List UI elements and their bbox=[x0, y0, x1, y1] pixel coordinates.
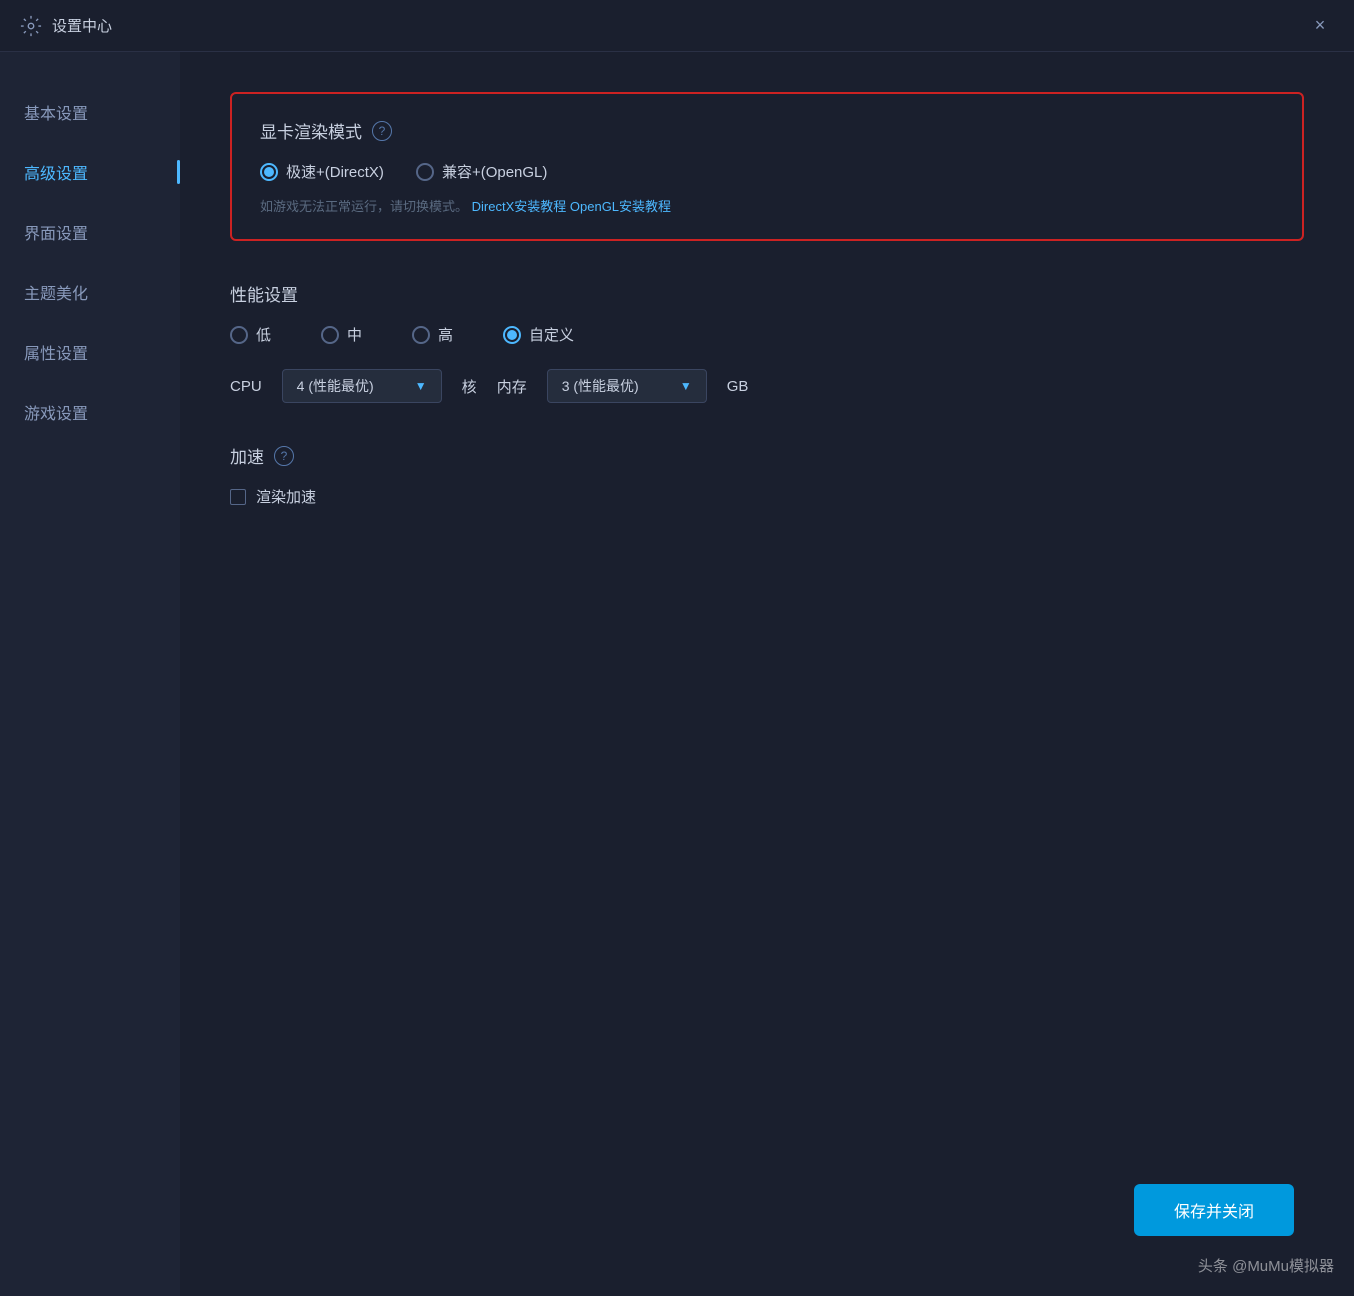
cpu-dropdown-arrow: ▼ bbox=[415, 379, 427, 393]
sidebar-item-theme[interactable]: 主题美化 bbox=[0, 262, 180, 322]
sidebar-item-game[interactable]: 游戏设置 bbox=[0, 382, 180, 442]
perf-custom-option[interactable]: 自定义 bbox=[503, 324, 574, 345]
gpu-radio-group: 极速+(DirectX) 兼容+(OpenGL) bbox=[260, 161, 1274, 182]
sidebar: 基本设置 高级设置 界面设置 主题美化 属性设置 游戏设置 bbox=[0, 52, 180, 1296]
render-accel-checkbox[interactable] bbox=[230, 489, 246, 505]
perf-levels: 低 中 高 自定义 bbox=[230, 324, 1304, 345]
accel-title: 加速 ? bbox=[230, 443, 1304, 468]
mem-label: 内存 bbox=[497, 376, 527, 397]
opengl-tutorial-link[interactable]: OpenGL安装教程 bbox=[570, 199, 671, 214]
mem-dropdown-arrow: ▼ bbox=[680, 379, 692, 393]
cpu-label: CPU bbox=[230, 378, 262, 395]
cpu-core-label: 核 bbox=[462, 376, 477, 397]
mem-dropdown[interactable]: 3 (性能最优) ▼ bbox=[547, 369, 707, 403]
main-layout: 基本设置 高级设置 界面设置 主题美化 属性设置 游戏设置 显卡渲染模式 ? bbox=[0, 52, 1354, 1296]
render-accel-option[interactable]: 渲染加速 bbox=[230, 486, 1304, 507]
window-title: 设置中心 bbox=[52, 15, 112, 36]
perf-title: 性能设置 bbox=[230, 281, 1304, 306]
perf-high-option[interactable]: 高 bbox=[412, 324, 453, 345]
sidebar-item-property[interactable]: 属性设置 bbox=[0, 322, 180, 382]
cpu-dropdown-value: 4 (性能最优) bbox=[297, 376, 405, 396]
content-area: 显卡渲染模式 ? 极速+(DirectX) 兼容+(OpenGL) 如游戏无法正… bbox=[180, 52, 1354, 1296]
cpu-dropdown[interactable]: 4 (性能最优) ▼ bbox=[282, 369, 442, 403]
directx-radio[interactable] bbox=[260, 163, 278, 181]
save-button[interactable]: 保存并关闭 bbox=[1134, 1184, 1294, 1236]
opengl-radio[interactable] bbox=[416, 163, 434, 181]
watermark: 头条 @MuMu模拟器 bbox=[1198, 1255, 1334, 1276]
bottom-bar: 保存并关闭 bbox=[1134, 1184, 1294, 1236]
title-bar-left: 设置中心 bbox=[20, 15, 112, 37]
accel-section: 加速 ? 渲染加速 bbox=[230, 443, 1304, 507]
opengl-option[interactable]: 兼容+(OpenGL) bbox=[416, 161, 547, 182]
mem-gb-label: GB bbox=[727, 378, 749, 395]
perf-mid-option[interactable]: 中 bbox=[321, 324, 362, 345]
sidebar-item-basic[interactable]: 基本设置 bbox=[0, 82, 180, 142]
perf-mid-radio[interactable] bbox=[321, 326, 339, 344]
sidebar-item-advanced[interactable]: 高级设置 bbox=[0, 142, 180, 202]
mem-dropdown-value: 3 (性能最优) bbox=[562, 376, 670, 396]
title-bar: 设置中心 × bbox=[0, 0, 1354, 52]
perf-section: 性能设置 低 中 高 自定义 bbox=[230, 281, 1304, 403]
directx-option[interactable]: 极速+(DirectX) bbox=[260, 161, 384, 182]
gpu-hint-text: 如游戏无法正常运行，请切换模式。 DirectX安装教程 OpenGL安装教程 bbox=[260, 196, 1274, 215]
directx-tutorial-link[interactable]: DirectX安装教程 bbox=[472, 199, 567, 214]
perf-cpu-mem-row: CPU 4 (性能最优) ▼ 核 内存 3 (性能最优) ▼ GB bbox=[230, 369, 1304, 403]
gpu-section-title: 显卡渲染模式 ? bbox=[260, 118, 1274, 143]
sidebar-item-interface[interactable]: 界面设置 bbox=[0, 202, 180, 262]
gpu-help-icon[interactable]: ? bbox=[372, 121, 392, 141]
settings-icon bbox=[20, 15, 42, 37]
perf-custom-radio[interactable] bbox=[503, 326, 521, 344]
close-button[interactable]: × bbox=[1306, 12, 1334, 40]
gpu-render-section: 显卡渲染模式 ? 极速+(DirectX) 兼容+(OpenGL) 如游戏无法正… bbox=[230, 92, 1304, 241]
perf-low-option[interactable]: 低 bbox=[230, 324, 271, 345]
accel-help-icon[interactable]: ? bbox=[274, 446, 294, 466]
perf-low-radio[interactable] bbox=[230, 326, 248, 344]
perf-high-radio[interactable] bbox=[412, 326, 430, 344]
